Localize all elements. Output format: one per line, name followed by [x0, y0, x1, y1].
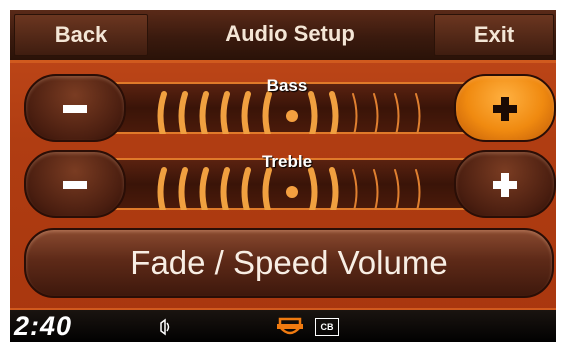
status-bar: 2:40 CB [10, 308, 556, 342]
bass-slider-row: Bass [24, 74, 556, 142]
level-arc [394, 169, 400, 210]
audio-setup-screen: Back Audio Setup Exit Bass Treble Fade /… [10, 10, 556, 342]
brand-logo-icon [277, 317, 303, 335]
bass-increase-button[interactable] [454, 74, 556, 142]
level-arc [415, 93, 421, 134]
level-arc [352, 169, 358, 210]
treble-slider-row: Treble [24, 150, 556, 218]
level-arc [394, 93, 400, 134]
level-arc [241, 167, 251, 210]
level-arc [199, 91, 209, 134]
exit-button[interactable]: Exit [434, 14, 554, 56]
level-arc [352, 93, 358, 134]
level-arc [373, 169, 379, 210]
level-marker [286, 110, 298, 122]
level-arc [262, 91, 272, 134]
level-arc [329, 91, 339, 134]
back-button[interactable]: Back [14, 14, 148, 56]
level-arc [220, 167, 230, 210]
plus-icon [493, 173, 517, 197]
page-title: Audio Setup [225, 21, 355, 46]
level-arc [178, 167, 188, 210]
level-arc [157, 91, 167, 134]
treble-increase-button[interactable] [454, 150, 556, 218]
cb-indicator: CB [315, 318, 339, 336]
level-arc [329, 167, 339, 210]
level-arc [220, 91, 230, 134]
top-bar: Back Audio Setup Exit [10, 10, 556, 63]
level-arc [308, 167, 318, 210]
level-arc [241, 91, 251, 134]
clock: 2:40 [14, 311, 73, 341]
level-arc [308, 91, 318, 134]
speaker-icon [160, 318, 170, 336]
level-arc [178, 91, 188, 134]
level-arc [157, 167, 167, 210]
level-arc [373, 93, 379, 134]
fade-speed-volume-button[interactable]: Fade / Speed Volume [24, 228, 554, 298]
level-arc [262, 167, 272, 210]
level-marker [286, 186, 298, 198]
level-arc [199, 167, 209, 210]
level-arc [415, 169, 421, 210]
plus-icon [493, 97, 517, 121]
